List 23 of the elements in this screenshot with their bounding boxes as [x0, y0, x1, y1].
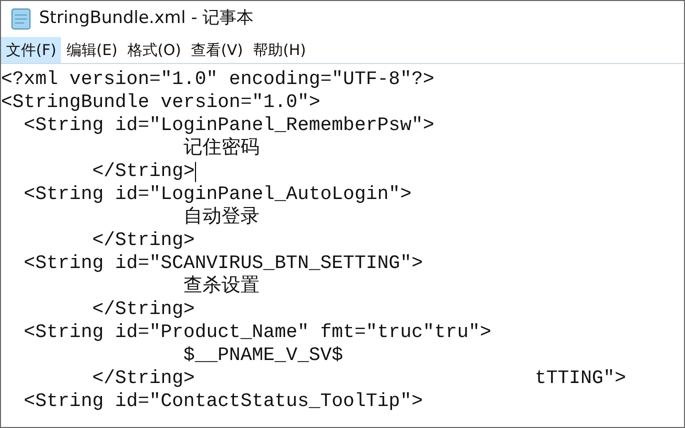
- menu-item[interactable]: 查看(V): [186, 37, 248, 63]
- code-line: 查杀设置: [182, 275, 260, 298]
- code-line: <?xml version="1.0" encoding="UTF-8"?>: [1, 68, 434, 91]
- code-line: 记住密码: [182, 137, 260, 160]
- code-line: $__PNAME_V_SV$: [182, 344, 344, 367]
- code-line: <StringBundle version="1.0">: [1, 91, 320, 114]
- code-line: <String id="LoginPanel_AutoLogin">: [22, 183, 412, 206]
- code-line: </String>: [91, 229, 195, 252]
- code-fragment: tTTING">: [534, 367, 626, 390]
- code-line: </String>: [91, 298, 195, 321]
- menu-item[interactable]: 编辑(E): [61, 37, 123, 63]
- menu-item[interactable]: 帮助(H): [248, 37, 311, 63]
- code-line: </String>: [91, 160, 195, 183]
- menu-item[interactable]: 格式(O): [122, 37, 186, 63]
- window-title: StringBundle.xml - 记事本: [39, 7, 254, 30]
- notepad-icon: [9, 7, 33, 31]
- code-line: <String id="ContactStatus_ToolTip">: [22, 390, 423, 413]
- code-line: </String>: [91, 367, 195, 390]
- code-line: <String id="Product_Name" fmt="truc"tru">: [22, 321, 492, 344]
- code-line: <String id="SCANVIRUS_BTN_SETTING">: [22, 252, 423, 275]
- code-line: 自动登录: [182, 206, 260, 229]
- menu-item[interactable]: 文件(F): [1, 37, 62, 63]
- code-line: <String id="LoginPanel_RememberPsw">: [22, 114, 434, 137]
